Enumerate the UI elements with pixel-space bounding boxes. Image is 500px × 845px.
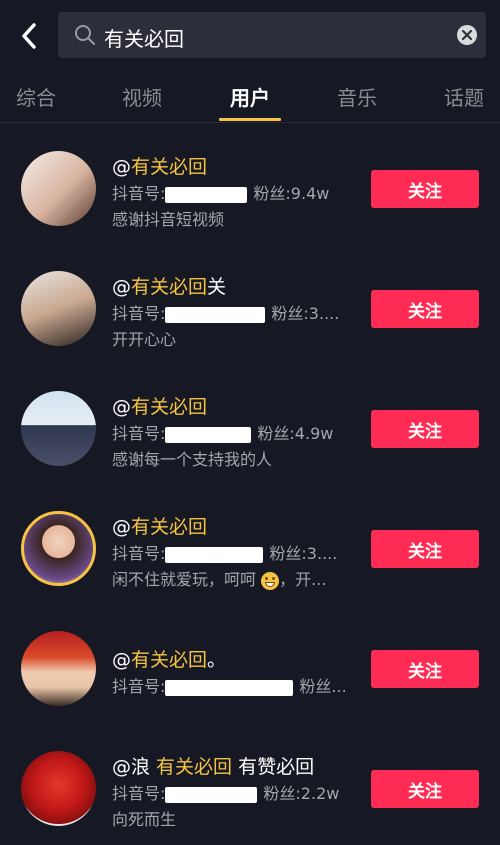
tab-comprehensive[interactable]: 综合: [16, 82, 56, 111]
redacted-id: [165, 306, 266, 323]
avatar[interactable]: [21, 151, 96, 226]
user-name[interactable]: @有关必回: [112, 152, 207, 179]
user-name[interactable]: @有关必回: [112, 512, 207, 539]
redacted-id: [165, 786, 258, 803]
user-meta: 抖音号: 粉丝:9.4w: [112, 184, 330, 203]
search-icon: [75, 25, 95, 45]
top-bar: 有关必回: [0, 0, 500, 68]
user-description: 闲不住就爱玩，呵呵 ，开...: [112, 570, 327, 590]
redacted-id: [165, 679, 294, 696]
follow-button[interactable]: 关注: [371, 530, 479, 568]
follow-button[interactable]: 关注: [371, 650, 479, 688]
user-meta: 抖音号: 粉丝:3....: [112, 304, 340, 323]
redacted-id: [165, 186, 248, 203]
user-name[interactable]: @浪 有关必回 有赞必回: [112, 752, 314, 779]
follow-button[interactable]: 关注: [371, 770, 479, 808]
avatar[interactable]: [21, 631, 96, 706]
avatar[interactable]: [21, 511, 96, 586]
user-meta: 抖音号: 粉丝:4.9w: [112, 424, 334, 443]
chevron-left-icon: [22, 23, 36, 49]
tab-videos[interactable]: 视频: [122, 82, 162, 111]
user-description: 感谢抖音短视频: [112, 210, 225, 229]
follow-button[interactable]: 关注: [371, 170, 479, 208]
search-input[interactable]: 有关必回: [58, 12, 486, 58]
tab-bar: 综合 视频 用户 音乐 话题: [0, 74, 500, 123]
list-item[interactable]: @有关必回关 抖音号: 粉丝:3.... 开开心心 关注: [0, 245, 500, 365]
user-name[interactable]: @有关必回。: [112, 645, 226, 672]
search-query[interactable]: 有关必回: [104, 23, 184, 52]
list-item[interactable]: @有关必回 抖音号: 粉丝:4.9w 感谢每一个支持我的人 关注: [0, 365, 500, 485]
tab-music[interactable]: 音乐: [337, 82, 377, 111]
follow-button[interactable]: 关注: [371, 410, 479, 448]
user-meta: 抖音号: 粉丝:3....: [112, 544, 338, 563]
active-tab-indicator: [219, 118, 281, 121]
tab-users[interactable]: 用户: [230, 82, 270, 111]
user-name[interactable]: @有关必回: [112, 392, 207, 419]
list-item[interactable]: @浪 有关必回 有赞必回 抖音号: 粉丝:2.2w 向死而生 关注: [0, 725, 500, 845]
tab-topics[interactable]: 话题: [444, 82, 484, 111]
back-button[interactable]: [14, 18, 44, 54]
grinning-face-icon: [261, 571, 280, 590]
avatar[interactable]: [21, 751, 96, 826]
list-item[interactable]: @有关必回 抖音号: 粉丝:9.4w 感谢抖音短视频 关注: [0, 125, 500, 245]
user-name[interactable]: @有关必回关: [112, 272, 226, 299]
avatar[interactable]: [21, 391, 96, 466]
list-item[interactable]: @有关必回。 抖音号: 粉丝... 关注: [0, 605, 500, 725]
follow-button[interactable]: 关注: [371, 290, 479, 328]
avatar[interactable]: [21, 271, 96, 346]
redacted-id: [165, 426, 252, 443]
user-description: 感谢每一个支持我的人: [112, 450, 273, 469]
user-meta: 抖音号: 粉丝:2.2w: [112, 784, 340, 803]
user-description: 向死而生: [112, 810, 177, 829]
redacted-id: [165, 546, 264, 563]
list-item[interactable]: @有关必回 抖音号: 粉丝:3.... 闲不住就爱玩，呵呵 ，开... 关注: [0, 485, 500, 605]
user-description: 开开心心: [112, 330, 177, 349]
user-meta: 抖音号: 粉丝...: [112, 677, 347, 696]
clear-icon[interactable]: [456, 24, 478, 46]
